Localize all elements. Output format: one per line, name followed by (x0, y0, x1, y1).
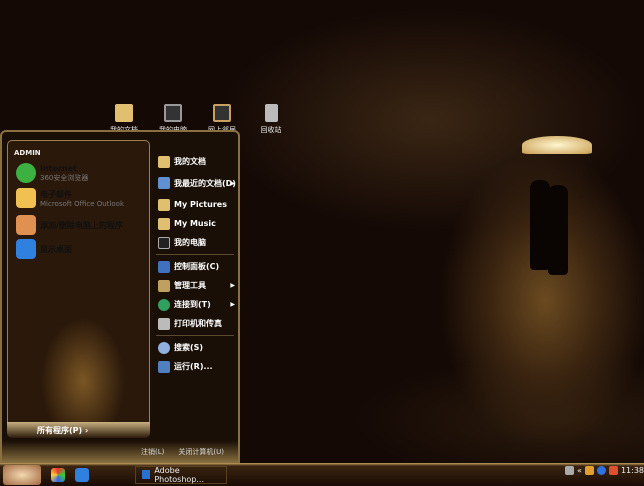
couple-silhouette (548, 185, 568, 275)
title: 显示桌面 (40, 244, 72, 254)
pinned-internet[interactable]: Internet 360安全浏览器 (16, 163, 88, 183)
tray-app-icon[interactable] (608, 466, 618, 475)
outlook-icon (16, 188, 36, 208)
clock[interactable]: 11:38 (621, 466, 644, 475)
folder-icon (115, 104, 133, 122)
divider (156, 254, 234, 255)
run-icon (158, 360, 170, 373)
label: 我最近的文档(D) (174, 178, 236, 188)
browser-icon (16, 163, 36, 183)
pinned-add-remove[interactable]: 添加/删除电脑上的程序 (16, 215, 123, 235)
divider (156, 335, 234, 336)
start-menu: ADMIN Internet 360安全浏览器 电子邮件 Microsoft Off… (0, 130, 240, 465)
programs-icon (16, 215, 36, 235)
pinned-desktop[interactable]: 显示桌面 (16, 239, 72, 259)
user-name: ADMIN (14, 149, 41, 157)
tray-show-desktop-icon[interactable] (565, 466, 575, 475)
chevron-right-icon: ▶ (230, 282, 235, 289)
label: 连接到(T) (174, 300, 211, 309)
desktop-icon-recycle-bin[interactable]: 回收站 (246, 104, 296, 135)
subtitle: Microsoft Office Outlook (40, 199, 124, 208)
menu-control-panel[interactable]: 控制面板(C) (152, 257, 238, 276)
start-button[interactable] (3, 464, 41, 485)
quicklaunch-app-icon[interactable] (51, 467, 65, 482)
tray-qq-icon[interactable] (584, 466, 594, 475)
menu-connect-to[interactable]: 连接到(T) ▶ (152, 295, 238, 314)
chevron-right-icon: ▶ (230, 301, 235, 308)
menu-my-documents[interactable]: 我的文档 (152, 152, 238, 171)
couple-silhouette (530, 180, 550, 270)
menu-search[interactable]: 搜索(S) (152, 338, 238, 357)
start-menu-footer: 注销(L) 关闭计算机(U) (2, 441, 238, 463)
pinned-panel: ADMIN Internet 360安全浏览器 电子邮件 Microsoft Off… (7, 140, 150, 433)
quicklaunch-browser-icon[interactable] (75, 467, 89, 482)
computer-icon (158, 236, 170, 249)
system-tray: « 11:38 (565, 466, 644, 475)
printer-icon (158, 317, 170, 330)
title: 电子邮件 (40, 189, 72, 199)
umbrella-decoration (522, 136, 592, 154)
tray-network-icon[interactable] (596, 466, 606, 475)
pictures-icon (158, 198, 170, 211)
tray-collapse-icon[interactable]: « (577, 466, 582, 475)
taskbar: Adobe Photoshop... « 11:38 (0, 463, 644, 486)
label: 我的电脑 (174, 238, 206, 247)
menu-admin-tools[interactable]: 管理工具 ▶ (152, 276, 238, 295)
admin-tools-icon (158, 279, 170, 292)
menu-my-music[interactable]: My Music (152, 214, 238, 233)
title: Internet (40, 163, 77, 173)
label: 控制面板(C) (174, 262, 220, 271)
label: My Pictures (174, 200, 227, 209)
all-programs-button[interactable]: 所有程序(P) › (7, 422, 150, 438)
network-icon (213, 104, 231, 122)
pinned-email[interactable]: 电子邮件 Microsoft Office Outlook (16, 188, 124, 208)
label: My Music (174, 219, 216, 228)
logoff-button[interactable]: 注销(L) (141, 447, 164, 457)
label: 回收站 (260, 126, 282, 134)
title: 添加/删除电脑上的程序 (40, 220, 123, 230)
menu-my-computer[interactable]: 我的电脑 (152, 233, 238, 252)
subtitle: 360安全浏览器 (40, 173, 89, 182)
label: 所有程序(P) (37, 426, 83, 435)
label: 搜索(S) (174, 343, 204, 352)
label: 运行(R)... (174, 362, 213, 371)
menu-run[interactable]: 运行(R)... (152, 357, 238, 376)
menu-printers[interactable]: 打印机和传真 (152, 314, 238, 333)
app-icon (16, 239, 36, 259)
photoshop-icon (142, 470, 151, 479)
chevron-right-icon: ▶ (230, 179, 235, 187)
label: Adobe Photoshop... (154, 465, 204, 484)
folder-icon (158, 155, 170, 168)
computer-icon (164, 104, 182, 122)
search-icon (158, 341, 170, 354)
recent-icon (158, 177, 170, 189)
menu-recent-docs[interactable]: 我最近的文档(D) ▶ (152, 171, 238, 195)
places-panel: 我的文档 我最近的文档(D) ▶ My Pictures My Music 我的电… (152, 152, 238, 376)
control-panel-icon (158, 260, 170, 273)
taskbar-item-photoshop[interactable]: Adobe Photoshop... (135, 465, 227, 484)
label: 管理工具 (174, 281, 206, 290)
label: 打印机和传真 (174, 319, 222, 328)
globe-icon (158, 298, 170, 311)
label: 我的文档 (174, 157, 206, 166)
music-icon (158, 217, 170, 230)
recycle-bin-icon (264, 104, 278, 122)
menu-my-pictures[interactable]: My Pictures (152, 195, 238, 214)
shutdown-button[interactable]: 关闭计算机(U) (178, 447, 224, 457)
